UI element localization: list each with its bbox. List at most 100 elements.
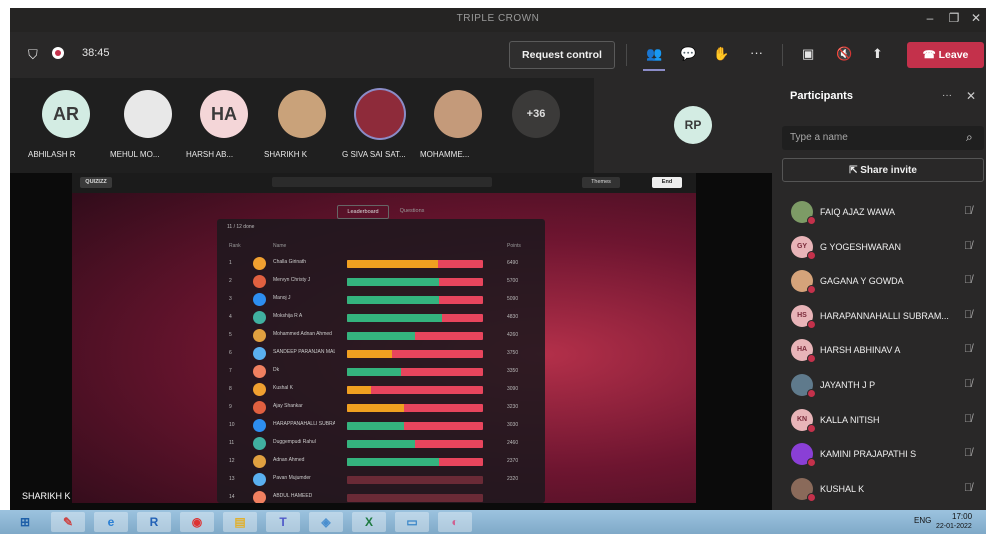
taskbar-app-ie-icon[interactable]: e	[94, 512, 128, 532]
participant-name: SHARIKH K	[264, 150, 308, 159]
share-tray-icon[interactable]: ⬆	[872, 46, 883, 62]
active-tab-indicator	[643, 69, 665, 71]
leave-button[interactable]: ☎ Leave	[907, 42, 984, 68]
rank-value: 14	[229, 494, 235, 500]
participant-list-item[interactable]: GAGANA Y GOWDA 🎙̸	[772, 265, 986, 299]
taskbar-app-app9-icon[interactable]: ▭	[395, 512, 429, 532]
leaderboard-row: 6 SANDEEP PARANJAN MALLIT 3750	[217, 345, 545, 364]
share-invite-label: Share invite	[860, 165, 917, 176]
meeting-timer: 38:45	[82, 47, 110, 59]
participant-list-item[interactable]: GY G YOGESHWARAN 🎙̸	[772, 231, 986, 265]
reactions-icon[interactable]: ✋	[713, 46, 729, 62]
mic-off-icon: 🎙̸	[964, 378, 973, 390]
sharer-label: SHARIKH K	[22, 491, 71, 501]
participant-tile[interactable]: G SIVA SAI SAT...	[342, 78, 418, 173]
leave-label: Leave	[938, 49, 969, 61]
participant-list-item[interactable]: JAYANTH J P 🎙̸	[772, 369, 986, 403]
share-invite-button[interactable]: ⇱ Share invite	[782, 158, 984, 182]
request-control-button[interactable]: Request control	[509, 41, 615, 69]
minimize-icon[interactable]: –	[920, 11, 940, 25]
clock-time[interactable]: 17:00	[952, 512, 972, 521]
status-badge	[807, 216, 816, 225]
tab-leaderboard[interactable]: Leaderboard	[337, 205, 389, 219]
taskbar-app-paint-icon[interactable]: ✎	[51, 512, 85, 532]
presenter-controls[interactable]	[272, 177, 492, 187]
player-name: Manoj J	[273, 295, 291, 301]
participant-list-item[interactable]: HA HARSH ABHINAV A 🎙̸	[772, 334, 986, 368]
player-name: Adnan Ahmed	[273, 457, 305, 463]
avatar-photo	[124, 90, 172, 138]
participant-list-item[interactable]: KAMINI PRAJAPATHI S 🎙̸	[772, 438, 986, 472]
participant-tile[interactable]: HA HARSH AB...	[186, 78, 262, 173]
score-bar	[347, 314, 483, 322]
partial-fill	[347, 260, 439, 268]
people-icon[interactable]: 👥	[646, 46, 662, 62]
player-points: 3350	[507, 368, 519, 374]
participant-list-item[interactable]: KUSHAL K 🎙̸	[772, 473, 986, 507]
participant-tile[interactable]: AR ABHILASH R	[28, 78, 104, 173]
mic-off-icon: 🎙̸	[964, 481, 973, 494]
rank-value: 8	[229, 386, 232, 392]
recording-icon	[52, 47, 64, 59]
end-button[interactable]: End	[652, 177, 682, 188]
taskbar-app-explorer-icon[interactable]: ▤	[223, 512, 257, 532]
player-name: Pavan Mujumder	[273, 475, 311, 481]
player-avatar	[253, 275, 266, 288]
taskbar-app-excel-icon[interactable]: X	[352, 512, 386, 532]
mic-off-icon[interactable]: 🔇	[836, 46, 852, 62]
language-indicator[interactable]: ENG	[914, 516, 931, 525]
score-bar	[347, 494, 483, 502]
taskbar-app-chrome-icon[interactable]: ◉	[180, 512, 214, 532]
more-icon[interactable]: ···	[750, 45, 763, 61]
participant-name: KALLA NITISH	[820, 414, 880, 425]
avatar-photo	[434, 90, 482, 138]
player-avatar	[253, 311, 266, 324]
correct-fill	[347, 458, 440, 466]
divider	[782, 44, 783, 66]
player-name: Mokshija R A	[273, 313, 303, 319]
participant-name: G SIVA SAI SAT...	[342, 150, 406, 159]
player-name: Mervyn Christy J	[273, 277, 311, 283]
clock-date[interactable]: 22-01-2022	[936, 523, 972, 530]
camera-off-icon[interactable]: ▣	[802, 46, 814, 62]
rank-value: 13	[229, 476, 235, 482]
taskbar-app-teams-icon[interactable]: T	[266, 512, 300, 532]
chat-icon[interactable]: 💬	[680, 46, 696, 62]
share-icon: ⇱	[849, 165, 861, 176]
col-points: Points	[507, 243, 521, 249]
participant-list-item[interactable]: HS HARAPANNAHALLI SUBRAM... 🎙̸	[772, 300, 986, 334]
player-avatar	[253, 365, 266, 378]
participant-list-item[interactable]: FAIQ AJAZ WAWA 🎙̸	[772, 196, 986, 230]
divider	[626, 44, 627, 66]
col-rank: Rank	[229, 243, 241, 249]
participant-list-item[interactable]: KN KALLA NITISH 🎙̸	[772, 404, 986, 438]
taskbar-app-app10-icon[interactable]: ◐	[438, 512, 472, 532]
participant-tile[interactable]: MOHAMME...	[420, 78, 496, 173]
more-participants-badge[interactable]: +36	[512, 90, 560, 138]
player-avatar	[253, 419, 266, 432]
maximize-icon[interactable]: ❐	[944, 11, 964, 25]
taskbar-app-r-icon[interactable]: R	[137, 512, 171, 532]
leaderboard-row: 9 Ajay Shankar 3230	[217, 399, 545, 418]
system-tray[interactable]	[656, 516, 906, 528]
participant-tile[interactable]: SHARIKH K	[264, 78, 340, 173]
more-icon[interactable]: ···	[942, 90, 952, 101]
participant-tile-rp[interactable]: RP	[594, 78, 772, 173]
avatar: HA	[200, 90, 248, 138]
player-avatar	[253, 293, 266, 306]
correct-fill	[347, 422, 405, 430]
close-icon[interactable]: ✕	[966, 11, 986, 25]
taskbar-app-start-icon[interactable]: ⊞	[8, 512, 42, 532]
player-points: 3030	[507, 422, 519, 428]
taskbar-app-app7-icon[interactable]: ◈	[309, 512, 343, 532]
phone-icon: ☎	[922, 49, 939, 61]
participant-tile[interactable]: MEHUL MO...	[110, 78, 186, 173]
leaderboard-row: 7 Dk 3350	[217, 363, 545, 382]
panel-title: Participants	[790, 90, 853, 102]
close-icon[interactable]: ✕	[966, 89, 976, 103]
search-input[interactable]: Type a name ⌕	[782, 126, 984, 150]
themes-button[interactable]: Themes	[582, 177, 620, 188]
panel-count: 11 / 12 done	[227, 224, 255, 230]
status-badge	[807, 319, 816, 329]
tab-questions[interactable]: Questions	[392, 205, 432, 217]
